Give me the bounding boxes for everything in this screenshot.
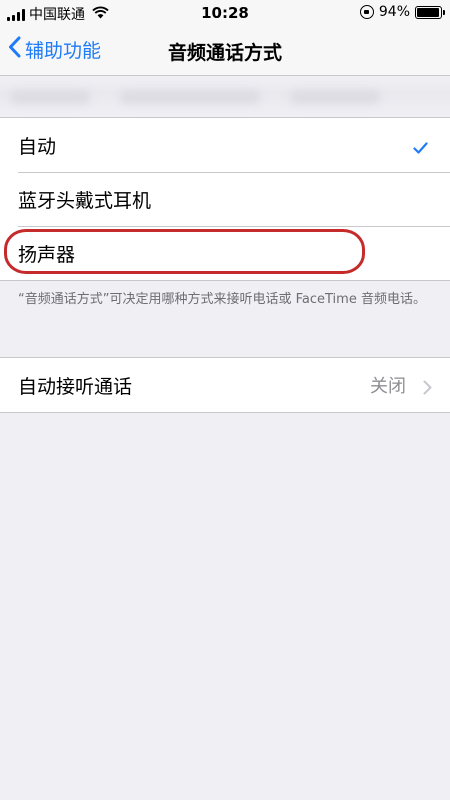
section-footer: “音频通话方式”可决定用哪种方式来接听电话或 FaceTime 音频电话。	[18, 292, 426, 307]
option-speaker[interactable]: 扬声器	[0, 226, 450, 280]
option-auto[interactable]: 自动	[0, 118, 450, 172]
option-bluetooth-headset[interactable]: 蓝牙头戴式耳机	[0, 172, 450, 226]
blurred-region	[0, 78, 450, 116]
chevron-right-icon	[423, 378, 432, 400]
battery-fill	[417, 7, 439, 17]
option-label: 扬声器	[18, 243, 76, 266]
status-right: 94%	[359, 4, 445, 20]
option-label: 自动	[18, 135, 57, 158]
auto-answer-label: 自动接听通话	[18, 375, 133, 398]
auto-answer-row[interactable]: 自动接听通话 关闭	[0, 358, 450, 412]
auto-answer-value: 关闭	[370, 376, 406, 397]
option-label: 蓝牙头戴式耳机	[18, 189, 152, 212]
battery-icon	[415, 5, 445, 19]
battery-percent: 94%	[378, 4, 410, 20]
auto-answer-group: 自动接听通话 关闭	[0, 357, 450, 413]
page-title: 音频通话方式	[167, 42, 282, 64]
navigation-bar: 辅助功能 音频通话方式	[0, 26, 450, 76]
status-bar: 中国联通 10:28 94%	[0, 0, 450, 26]
orientation-lock-icon	[359, 5, 374, 19]
checkmark-icon	[413, 137, 428, 159]
audio-route-options: 自动 蓝牙头戴式耳机 扬声器	[0, 117, 450, 281]
